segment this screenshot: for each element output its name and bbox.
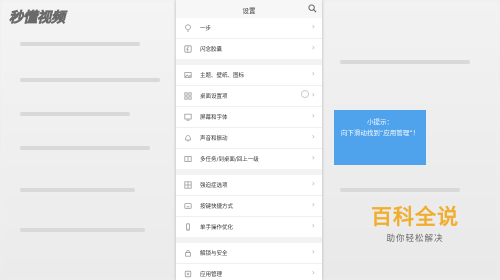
settings-item[interactable]: 按键快捷方式 › [176, 196, 322, 217]
settings-item-label: 应用管理 [200, 272, 223, 278]
book-icon [184, 156, 192, 162]
page-title: 设置 [242, 7, 256, 15]
settings-item[interactable]: 一步 › [176, 18, 322, 39]
settings-item[interactable]: 强迫症选项 › [176, 175, 322, 196]
chevron-right-icon: › [311, 69, 315, 78]
tip-box: 小提示： 向下滑动找到“应用管理”！ [334, 110, 426, 165]
settings-item-label: 声音和振动 [200, 136, 228, 142]
hand-icon [186, 223, 190, 231]
settings-item[interactable]: 多任务/到桌面/回上一级 › [176, 149, 322, 169]
chevron-right-icon: › [311, 132, 315, 141]
settings-item-label: 闪念胶囊 [200, 47, 223, 53]
settings-item[interactable]: 应用管理 › [176, 264, 322, 280]
grid-icon [184, 92, 192, 100]
settings-group: 强迫症选项 › 按键快捷方式 › 单手操作优化 › [176, 175, 322, 237]
settings-item-label: 一步 [200, 26, 212, 32]
keyboard-icon [184, 203, 192, 209]
blurred-line [340, 188, 460, 192]
display-icon [184, 113, 192, 121]
chevron-right-icon: › [311, 247, 315, 256]
tip-body: 向下滑动找到“应用管理”！ [340, 129, 420, 137]
chevron-right-icon: › [311, 90, 315, 99]
settings-item[interactable]: 闪念胶囊 › [176, 39, 322, 59]
watermark-title: 百科全说 [371, 205, 459, 229]
settings-item-label: 主题、壁纸、图标 [200, 73, 245, 79]
settings-group: 主题、壁纸、图标 › 桌面设置项 › 屏幕和字体 › 声音和振动 › 多任务/到桌面/回上一级 › [176, 65, 322, 169]
settings-group: 一步 › 闪念胶囊 › [176, 18, 322, 59]
watermark-subtitle: 助你轻松解决 [386, 234, 444, 244]
settings-item-label: 多任务/到桌面/回上一级 [200, 157, 259, 163]
settings-list: 一步 › 闪念胶囊 › 主题、壁纸、图标 › 桌面设置项 › 屏幕和字体 › 声音和振动 › 多任务/到… [176, 18, 322, 280]
touch-indicator [301, 90, 309, 98]
site-logo: 秒懂视频 [8, 4, 88, 28]
lock-icon [185, 250, 191, 257]
watermark: 百科全说 助你轻松解决 [358, 204, 472, 244]
phone-screen: 设置 一步 › 闪念胶囊 › 主题、壁纸、图标 › 桌面设置项 › 屏幕和字体 › 声音和振动 › 多任… [176, 0, 322, 280]
chevron-right-icon: › [311, 22, 315, 31]
settings-item-label: 强迫症选项 [200, 183, 228, 189]
flash-icon [184, 45, 192, 53]
settings-item-label: 单手操作优化 [200, 225, 234, 231]
blurred-line [20, 112, 130, 116]
settings-group: 解锁与安全 › 应用管理 › [176, 243, 322, 280]
settings-item[interactable]: 单手操作优化 › [176, 217, 322, 237]
settings-item-label: 解锁与安全 [200, 251, 228, 257]
tip-title: 小提示： [367, 118, 393, 126]
settings-item[interactable]: 主题、壁纸、图标 › [176, 65, 322, 86]
blurred-line [20, 188, 135, 192]
apps-icon [184, 181, 192, 189]
settings-item[interactable]: 桌面设置项 › [176, 86, 322, 107]
app-manage-icon [184, 270, 192, 278]
bell-icon [185, 135, 191, 142]
svg-text:秒懂视频: 秒懂视频 [9, 9, 68, 26]
chevron-right-icon: › [311, 221, 315, 230]
chevron-right-icon: › [311, 153, 315, 162]
chevron-right-icon: › [311, 268, 315, 277]
top-bar: 设置 [176, 0, 322, 18]
blurred-line [340, 60, 470, 64]
pin-icon [185, 24, 191, 32]
blurred-line [20, 146, 150, 150]
blurred-line [20, 228, 145, 232]
image-icon [184, 72, 192, 78]
chevron-right-icon: › [311, 200, 315, 209]
settings-item[interactable]: 声音和振动 › [176, 128, 322, 149]
settings-item-label: 屏幕和字体 [200, 115, 228, 121]
chevron-right-icon: › [311, 179, 315, 188]
settings-item[interactable]: 屏幕和字体 › [176, 107, 322, 128]
blurred-line [20, 78, 160, 82]
settings-item-label: 按键快捷方式 [200, 204, 234, 210]
settings-item[interactable]: 解锁与安全 › [176, 243, 322, 264]
blurred-line [20, 42, 140, 46]
settings-item-label: 桌面设置项 [200, 94, 228, 100]
search-icon[interactable] [308, 4, 317, 13]
chevron-right-icon: › [311, 43, 315, 52]
chevron-right-icon: › [311, 111, 315, 120]
